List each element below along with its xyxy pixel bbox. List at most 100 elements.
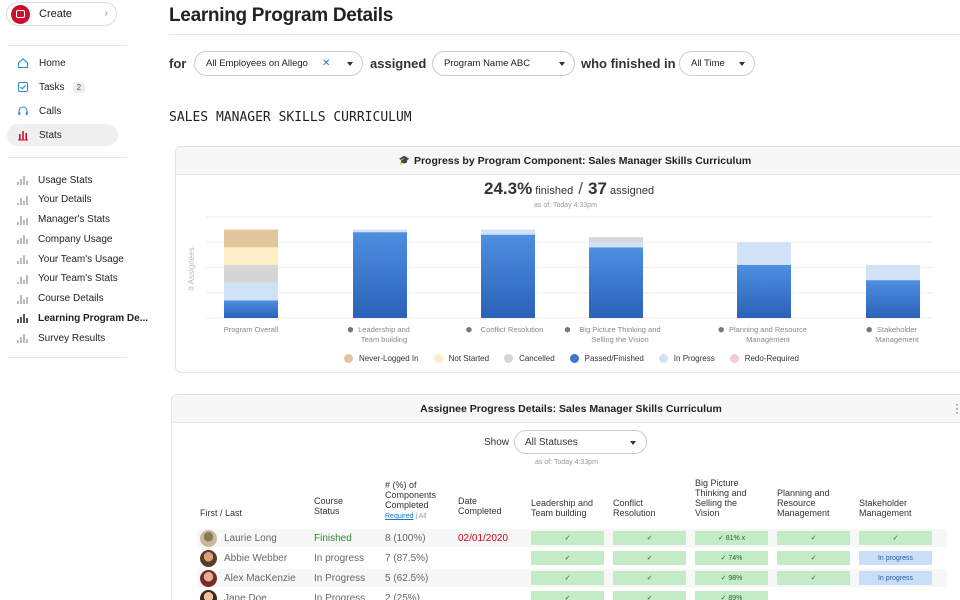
avatar [200, 530, 217, 547]
sidebar-subitem[interactable]: Survey Results [17, 329, 157, 347]
x-tick-label: Big Picture Thinking and [579, 325, 660, 334]
assignee-name[interactable]: Alex MacKenzie [224, 573, 296, 584]
header-line: Management [859, 508, 912, 518]
sidebar-subitem[interactable]: Course Details [17, 290, 157, 308]
sidebar-subitem[interactable]: Your Details [17, 191, 157, 209]
component-icon: ⬢ [466, 326, 472, 334]
header-line: Completed [385, 500, 429, 510]
legend-item[interactable]: In Progress [658, 354, 715, 363]
legend-swatch [344, 354, 353, 363]
required-link[interactable]: Required [385, 513, 413, 520]
sidebar-subitem[interactable]: Learning Program De... [17, 309, 157, 327]
legend-swatch [433, 354, 443, 363]
legend-item[interactable]: Not Started [433, 354, 489, 363]
sidebar-item-tasks[interactable]: Tasks 2 [7, 76, 118, 98]
sidebar-subitem-label: Learning Program De... [38, 312, 149, 324]
bar-segment [481, 234, 535, 318]
x-tick-label: Team building [361, 335, 407, 344]
component-progress-cell: ✓ [531, 551, 604, 565]
bar-segment [224, 229, 278, 248]
sidebar-item-home[interactable]: Home [7, 52, 118, 74]
create-button[interactable]: Create › [6, 2, 117, 26]
legend-swatch [504, 354, 514, 363]
legend-label: Redo-Required [744, 354, 799, 363]
audience-value: All Employees on Allego [206, 58, 308, 69]
create-label: Create [39, 8, 73, 20]
bar-chart-icon [17, 234, 28, 245]
col-header-planning[interactable]: Planning and Resource Management [777, 488, 830, 518]
sidebar-item-calls[interactable]: Calls [7, 100, 118, 122]
legend-item[interactable]: Redo-Required [729, 354, 799, 363]
sidebar-subitem[interactable]: Manager's Stats [17, 211, 157, 229]
sidebar-subitem[interactable]: Your Team's Stats [17, 270, 157, 288]
col-header-stakeholder[interactable]: Stakeholder Management [859, 498, 912, 518]
sidebar-subitem-label: Manager's Stats [38, 214, 110, 225]
assignee-name[interactable]: Jane Doe [224, 593, 267, 600]
tasks-icon [16, 80, 30, 94]
col-header-leadership[interactable]: Leadership and Team building [531, 498, 593, 518]
bar-segment [589, 247, 643, 318]
more-options-icon[interactable]: · · · [955, 398, 959, 418]
bar-chart-icon [17, 195, 28, 205]
audience-select[interactable]: All Employees on Allego ✕ [194, 51, 363, 76]
all-link[interactable]: All [419, 513, 427, 520]
sidebar-item-stats[interactable]: Stats [7, 124, 118, 146]
bar-chart-icon [17, 294, 28, 304]
component-progress-cell: ✓ 98% [695, 571, 768, 585]
legend-swatch [658, 354, 668, 363]
component-progress-cell: In progress [859, 551, 932, 565]
bar-segment [866, 264, 920, 281]
components-completed: 2 (25%) [385, 593, 421, 600]
legend-item[interactable]: Cancelled [504, 354, 555, 363]
header-line: Status [314, 506, 340, 516]
sidebar-item-label: Stats [39, 129, 62, 141]
component-progress-cell: ✓ [531, 531, 604, 545]
col-header-name[interactable]: First / Last [200, 508, 242, 518]
program-select[interactable]: Program Name ABC [432, 51, 575, 76]
component-progress-cell: ✓ [777, 571, 850, 585]
col-header-date[interactable]: Date Completed [458, 496, 502, 516]
component-progress-cell: ✓ [777, 531, 850, 545]
date-completed: 02/01/2020 [458, 533, 509, 544]
sidebar-subitem[interactable]: Your Team's Usage [17, 250, 157, 268]
status-filter-select[interactable]: All Statuses [514, 430, 647, 454]
component-icon: ⬢ [866, 326, 872, 334]
header-line: Conflict [613, 498, 644, 508]
assignee-name[interactable]: Abbie Webber [224, 553, 287, 564]
col-header-big-picture[interactable]: Big Picture Thinking and Selling the Vis… [695, 478, 747, 518]
bar-segment [481, 229, 535, 235]
component-progress-cell: ✓ [531, 591, 604, 600]
header-line: Resource [777, 498, 816, 508]
sidebar-subitem-label: Survey Results [38, 332, 106, 344]
header-line: Vision [695, 508, 720, 518]
col-header-status[interactable]: Course Status [314, 496, 343, 516]
sidebar-subitem[interactable]: Usage Stats [17, 171, 157, 189]
bar-chart-icon [17, 313, 28, 324]
course-status: In Progress [314, 593, 366, 600]
component-progress-cell: In progress [859, 571, 932, 585]
bar-segment [224, 264, 278, 283]
legend-item[interactable]: Never-Logged In [344, 354, 419, 363]
bar-segment [589, 242, 643, 248]
sidebar-divider [8, 357, 127, 358]
assignee-card-title: Assignee Progress Details: Sales Manager… [420, 402, 722, 415]
x-tick-label: Leadership and [358, 325, 410, 334]
home-icon [16, 56, 30, 70]
bar-segment [224, 247, 278, 265]
col-header-components[interactable]: # (%) of Components Completed Required |… [385, 480, 436, 522]
col-header-conflict[interactable]: Conflict Resolution [613, 498, 656, 518]
sidebar-item-label: Tasks [39, 81, 65, 93]
header-line: Selling the [695, 498, 738, 508]
sidebar-subitem[interactable]: Company Usage [17, 230, 157, 248]
avatar [200, 590, 217, 600]
time-select[interactable]: All Time [679, 51, 755, 76]
header-line: Components [385, 490, 437, 500]
assignee-name[interactable]: Laurie Long [224, 533, 277, 544]
course-status: Finished [314, 533, 352, 544]
bar-chart-icon [17, 333, 28, 343]
x-tick-label: Program Overall [224, 325, 279, 334]
assignee-card-header: Assignee Progress Details: Sales Manager… [172, 395, 960, 423]
legend-item[interactable]: Passed/Finished [569, 354, 644, 363]
clear-icon[interactable]: ✕ [322, 58, 330, 69]
sidebar-subitem-label: Your Details [38, 194, 92, 206]
